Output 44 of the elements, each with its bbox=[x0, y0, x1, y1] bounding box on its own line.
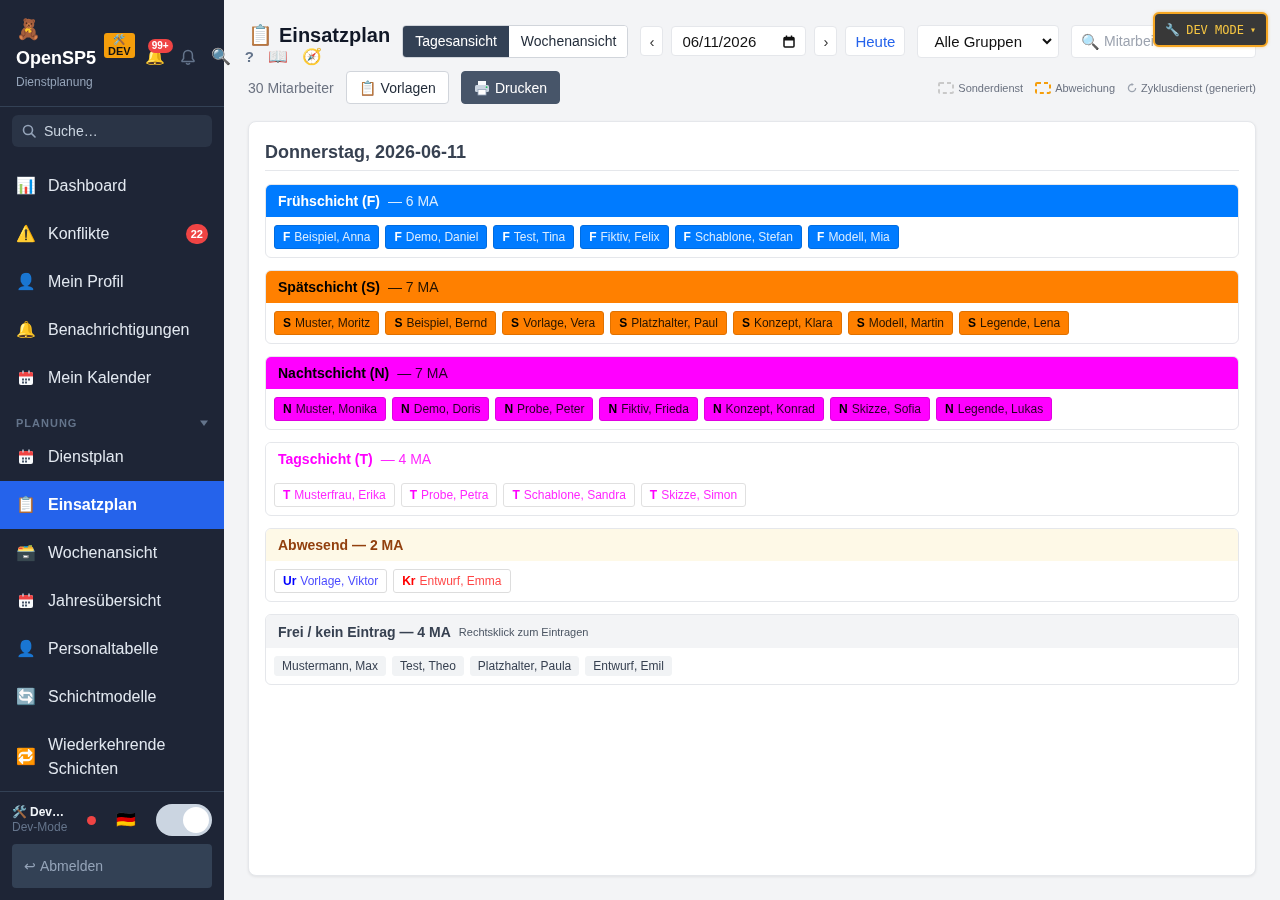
group-hint: Rechtsklick zum Eintragen bbox=[458, 625, 589, 638]
count-badge: 22 bbox=[185, 224, 208, 244]
wrench-icon: 🔧 bbox=[1165, 22, 1181, 37]
group-title: Frei / kein Eintrag bbox=[278, 623, 396, 640]
group-count: — 7 MA bbox=[397, 365, 448, 381]
return-arrow-icon: ↩ bbox=[24, 858, 36, 874]
employee-count: 30 Mitarbeiter bbox=[248, 79, 334, 96]
file-box-icon: 🗃 bbox=[16, 541, 36, 565]
notification-count: 99+ bbox=[147, 39, 173, 53]
legend-label: Zyklusdienst (generiert) bbox=[1141, 81, 1256, 94]
group-count: — 6 MA bbox=[387, 193, 439, 209]
user-role: Dev-Mode bbox=[12, 820, 68, 835]
tools-icon: 🛠 bbox=[113, 33, 126, 46]
day-heading: Donnerstag, 2026-06-11 bbox=[265, 138, 1239, 171]
group-count: — 2 MA bbox=[352, 537, 404, 553]
clipboard-icon: 📋 bbox=[358, 79, 376, 96]
app-subtitle: Dienstplanung bbox=[16, 75, 93, 89]
teddy-bear-icon: 🧸 bbox=[16, 17, 41, 41]
group-title: Tagschicht (T) bbox=[278, 451, 373, 467]
arrows-icon: 🔄 bbox=[16, 685, 36, 709]
group-title: Frühschicht (F) bbox=[278, 193, 380, 209]
user-name: Dev… bbox=[30, 805, 64, 820]
group-title: Nachtschicht (N) bbox=[278, 365, 390, 381]
legend-label: Abweichung bbox=[1055, 81, 1116, 94]
warning-icon: ⚠ bbox=[16, 222, 36, 246]
caret-down-icon: ▾ bbox=[1249, 24, 1256, 35]
bell-icon: 🔔 bbox=[16, 318, 36, 342]
app-name: OpenSP5 bbox=[16, 47, 97, 69]
group-title: Spätschicht (S) bbox=[278, 279, 380, 295]
bar-chart-icon: 📊 bbox=[16, 174, 36, 198]
person-icon: 👤 bbox=[16, 270, 36, 294]
repeat-icon: 🔁 bbox=[16, 745, 36, 769]
search-icon: 🔍 bbox=[1081, 32, 1100, 50]
clipboard-icon: 📋 bbox=[16, 493, 36, 517]
group-count: — 4 MA bbox=[380, 451, 432, 467]
clipboard-icon: 📋 bbox=[248, 24, 273, 47]
section-label: PLANUNG bbox=[16, 416, 78, 430]
page-title: Einsatzplan bbox=[279, 24, 391, 47]
legend-label: Sonderdienst bbox=[958, 81, 1024, 94]
group-count: — 4 MA bbox=[399, 623, 451, 640]
person-icon: 👤 bbox=[16, 637, 36, 661]
group-title: Abwesend bbox=[278, 537, 348, 553]
tools-icon: 🛠 bbox=[12, 805, 27, 820]
group-count: — 7 MA bbox=[387, 279, 439, 295]
